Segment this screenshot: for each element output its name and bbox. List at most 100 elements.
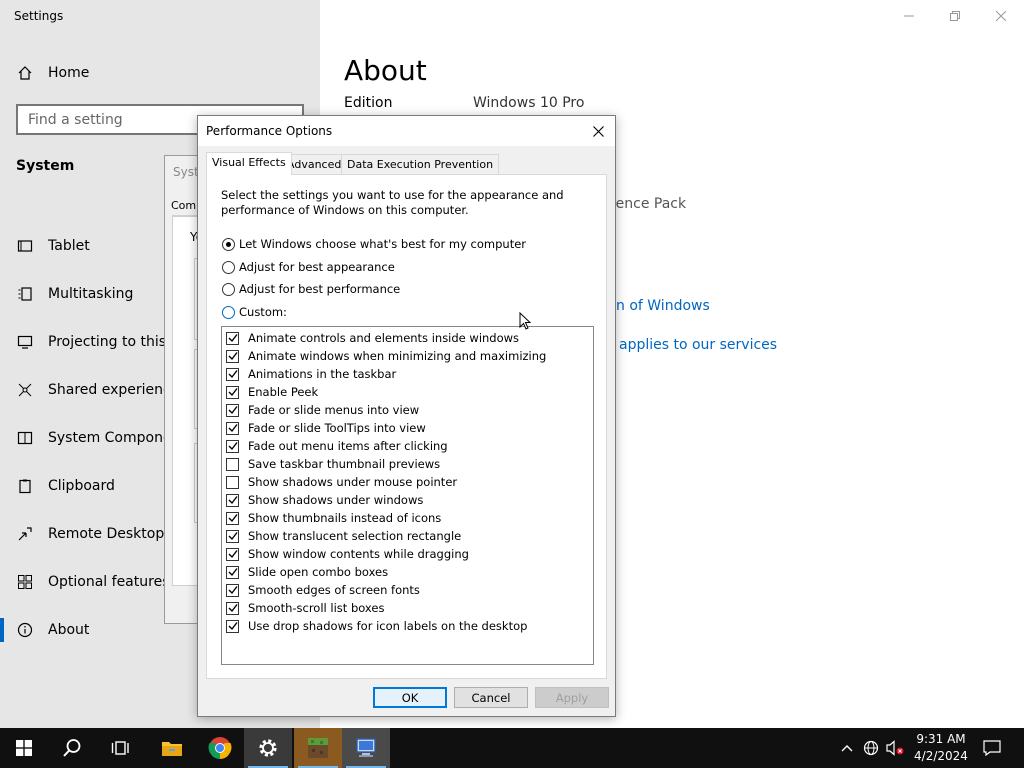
option-custom[interactable]: Custom: <box>222 304 287 320</box>
system-properties-tab[interactable]: Com <box>171 199 196 212</box>
nav-home[interactable]: Home <box>0 58 320 88</box>
checkbox-unchecked[interactable] <box>226 475 239 489</box>
option-label: Adjust for best performance <box>239 282 401 296</box>
checkbox-checked[interactable] <box>226 565 239 579</box>
minecraft-icon <box>308 738 328 758</box>
effect-item[interactable]: Fade or slide ToolTips into view <box>222 419 593 437</box>
effect-item[interactable]: Show translucent selection rectangle <box>222 527 593 545</box>
checkbox-checked[interactable] <box>226 331 239 345</box>
effect-label: Fade or slide ToolTips into view <box>248 421 426 435</box>
checkbox-unchecked[interactable] <box>226 457 239 471</box>
effect-label: Smooth-scroll list boxes <box>248 601 385 615</box>
option-let-windows-choose[interactable]: Let Windows choose what's best for my co… <box>222 236 526 252</box>
checkbox-checked[interactable] <box>226 403 239 417</box>
effect-item[interactable]: Fade out menu items after clicking <box>222 437 593 455</box>
effect-label: Animate windows when minimizing and maxi… <box>248 349 547 363</box>
dialog-close-button[interactable] <box>581 116 615 146</box>
close-button[interactable] <box>978 0 1024 32</box>
multitasking-icon <box>16 285 34 303</box>
start-icon <box>16 740 32 756</box>
performance-options-dialog: Performance Options Visual Effects Advan… <box>197 115 616 717</box>
system-properties-icon <box>356 738 376 757</box>
effect-item[interactable]: Fade or slide menus into view <box>222 401 593 419</box>
checkbox-checked[interactable] <box>226 547 239 561</box>
checkbox-checked[interactable] <box>226 349 239 363</box>
start-button[interactable] <box>0 728 48 768</box>
visual-effects-list: Animate controls and elements inside win… <box>221 326 594 665</box>
checkmark-icon <box>228 424 238 433</box>
checkbox-checked[interactable] <box>226 583 239 597</box>
network-button[interactable] <box>860 728 882 768</box>
checkbox-checked[interactable] <box>226 385 239 399</box>
radio-button[interactable] <box>222 282 235 296</box>
option-best-appearance[interactable]: Adjust for best appearance <box>222 259 395 275</box>
nav-item-label: Tablet <box>48 238 90 254</box>
settings-taskbar-button[interactable] <box>244 728 292 768</box>
checkbox-checked[interactable] <box>226 619 239 633</box>
volume-button[interactable] <box>884 728 906 768</box>
apply-button[interactable]: Apply <box>535 687 609 708</box>
mouse-cursor-icon <box>519 312 532 330</box>
effect-label: Animate controls and elements inside win… <box>248 331 520 345</box>
effect-item[interactable]: Animate controls and elements inside win… <box>222 329 593 347</box>
minimize-icon <box>904 15 914 17</box>
effect-item[interactable]: Show shadows under mouse pointer <box>222 473 593 491</box>
taskbar-search-button[interactable] <box>48 728 96 768</box>
section-title: System <box>16 158 75 174</box>
system-properties-taskbar-button[interactable] <box>342 728 390 768</box>
option-best-performance[interactable]: Adjust for best performance <box>222 281 400 297</box>
tab-visual-effects[interactable]: Visual Effects <box>206 152 292 175</box>
checkbox-checked[interactable] <box>226 493 239 507</box>
radio-button[interactable] <box>222 237 235 251</box>
effect-item[interactable]: Slide open combo boxes <box>222 563 593 581</box>
experience-pack-text: rience Pack <box>606 196 687 212</box>
windows-info-link[interactable]: n of Windows <box>616 298 710 314</box>
effect-item[interactable]: Show shadows under windows <box>222 491 593 509</box>
effect-item[interactable]: Animations in the taskbar <box>222 365 593 383</box>
effect-item[interactable]: Enable Peek <box>222 383 593 401</box>
effect-item[interactable]: Use drop shadows for icon labels on the … <box>222 617 593 635</box>
checkbox-checked[interactable] <box>226 439 239 453</box>
cancel-button[interactable]: Cancel <box>454 687 528 708</box>
checkbox-checked[interactable] <box>226 511 239 525</box>
description-text: Select the settings you want to use for … <box>221 188 564 217</box>
services-agreement-link[interactable]: applies to our services <box>619 337 777 353</box>
effect-label: Show window contents while dragging <box>248 547 469 561</box>
effect-item[interactable]: Smooth-scroll list boxes <box>222 599 593 617</box>
effect-label: Fade out menu items after clicking <box>248 439 448 453</box>
minimize-button[interactable] <box>886 0 932 32</box>
checkbox-checked[interactable] <box>226 421 239 435</box>
show-hidden-icons-button[interactable] <box>838 728 856 768</box>
radio-button[interactable] <box>222 305 235 319</box>
restore-icon <box>950 11 960 21</box>
restore-button[interactable] <box>932 0 978 32</box>
checkbox-checked[interactable] <box>226 529 239 543</box>
checkmark-icon <box>228 352 238 361</box>
checkbox-checked[interactable] <box>226 601 239 615</box>
effect-item[interactable]: Show thumbnails instead of icons <box>222 509 593 527</box>
clock[interactable]: 9:31 AM 4/2/2024 <box>906 731 976 765</box>
minecraft-button[interactable] <box>294 728 342 768</box>
ok-button[interactable]: OK <box>373 687 447 708</box>
task-view-button[interactable] <box>96 728 144 768</box>
chrome-button[interactable] <box>196 728 244 768</box>
checkmark-icon <box>228 406 238 415</box>
radio-button[interactable] <box>222 260 235 274</box>
close-icon <box>592 125 604 137</box>
nav-item-label: Remote Desktop <box>48 526 165 542</box>
checkmark-icon <box>228 550 238 559</box>
nav-item-label: Multitasking <box>48 286 134 302</box>
tab-data-execution-prevention[interactable]: Data Execution Prevention <box>341 154 500 174</box>
dialog-titlebar[interactable]: Performance Options <box>198 116 615 146</box>
effect-item[interactable]: Show window contents while dragging <box>222 545 593 563</box>
effect-item[interactable]: Save taskbar thumbnail previews <box>222 455 593 473</box>
action-center-button[interactable] <box>968 728 1016 768</box>
effect-label: Fade or slide menus into view <box>248 403 420 417</box>
edition-label: Edition <box>344 95 393 111</box>
checkmark-icon <box>228 334 238 343</box>
effect-item[interactable]: Animate windows when minimizing and maxi… <box>222 347 593 365</box>
file-explorer-button[interactable] <box>148 728 196 768</box>
checkbox-checked[interactable] <box>226 367 239 381</box>
effect-item[interactable]: Smooth edges of screen fonts <box>222 581 593 599</box>
dialog-title: Performance Options <box>206 124 333 138</box>
